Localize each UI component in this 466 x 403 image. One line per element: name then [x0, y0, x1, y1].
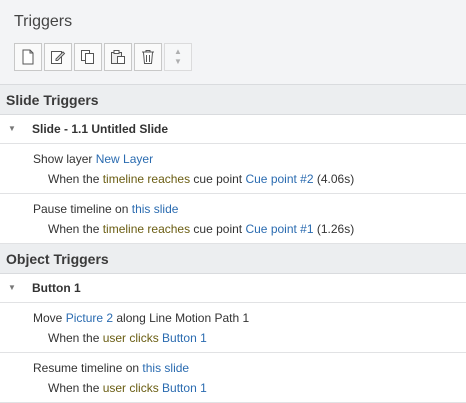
section-slide-triggers: Slide Triggers [0, 85, 466, 115]
action-target-link[interactable]: Picture 2 [66, 311, 113, 325]
event-target-link[interactable]: Button 1 [162, 331, 207, 345]
action-target-link[interactable]: this slide [142, 361, 189, 375]
event-subject[interactable]: timeline [103, 172, 144, 186]
move-trigger-stepper[interactable]: ▲ ▼ [164, 43, 192, 71]
event-verb[interactable]: reaches [144, 172, 190, 186]
cue-point-link[interactable]: Cue point #2 [245, 172, 313, 186]
event-target-link[interactable]: Button 1 [162, 381, 207, 395]
delete-trigger-button[interactable] [134, 43, 162, 71]
event-subject[interactable]: user [103, 331, 126, 345]
new-trigger-button[interactable] [14, 43, 42, 71]
trigger-condition: When the user clicks Button 1 [48, 331, 207, 345]
trigger-row[interactable]: Move Picture 2 along Line Motion Path 1 … [0, 303, 466, 353]
action-target-link[interactable]: New Layer [96, 152, 153, 166]
trigger-row[interactable]: Resume timeline on this slide When the u… [0, 353, 466, 403]
trigger-row[interactable]: Pause timeline on this slide When the ti… [0, 194, 466, 244]
paste-icon [111, 50, 125, 64]
new-document-icon [22, 49, 34, 65]
group-label: Button 1 [32, 281, 81, 295]
edit-trigger-button[interactable] [44, 43, 72, 71]
collapse-caret-icon[interactable]: ▼ [8, 124, 20, 133]
trigger-row[interactable]: Show layer New Layer When the timeline r… [0, 144, 466, 194]
copy-trigger-button[interactable] [74, 43, 102, 71]
edit-icon [51, 51, 66, 64]
copy-icon [81, 50, 94, 64]
trigger-condition: When the timeline reaches cue point Cue … [48, 222, 355, 236]
section-object-triggers: Object Triggers [0, 244, 466, 274]
group-label: Slide - 1.1 Untitled Slide [32, 122, 169, 136]
cue-point-link[interactable]: Cue point #1 [245, 222, 313, 236]
trash-icon [142, 50, 154, 64]
trigger-condition: When the timeline reaches cue point Cue … [48, 172, 355, 186]
panel-title: Triggers [14, 13, 73, 30]
move-up-icon[interactable]: ▲ [174, 47, 182, 57]
trigger-action: Move Picture 2 along Line Motion Path 1 [33, 311, 250, 325]
group-slide[interactable]: ▼ Slide - 1.1 Untitled Slide [0, 115, 466, 144]
paste-trigger-button[interactable] [104, 43, 132, 71]
trigger-condition: When the user clicks Button 1 [48, 381, 207, 395]
move-down-icon[interactable]: ▼ [174, 57, 182, 67]
action-target-link[interactable]: this slide [132, 202, 179, 216]
event-verb[interactable]: reaches [144, 222, 190, 236]
triggers-toolbar: ▲ ▼ [14, 43, 194, 71]
triggers-list: Slide Triggers ▼ Slide - 1.1 Untitled Sl… [0, 84, 466, 403]
group-button-1[interactable]: ▼ Button 1 [0, 274, 466, 303]
collapse-caret-icon[interactable]: ▼ [8, 283, 20, 292]
event-verb[interactable]: clicks [126, 381, 162, 395]
trigger-action: Pause timeline on this slide [33, 202, 179, 216]
trigger-action: Show layer New Layer [33, 152, 154, 166]
trigger-action: Resume timeline on this slide [33, 361, 190, 375]
event-subject[interactable]: timeline [103, 222, 144, 236]
event-subject[interactable]: user [103, 381, 126, 395]
event-verb[interactable]: clicks [126, 331, 162, 345]
